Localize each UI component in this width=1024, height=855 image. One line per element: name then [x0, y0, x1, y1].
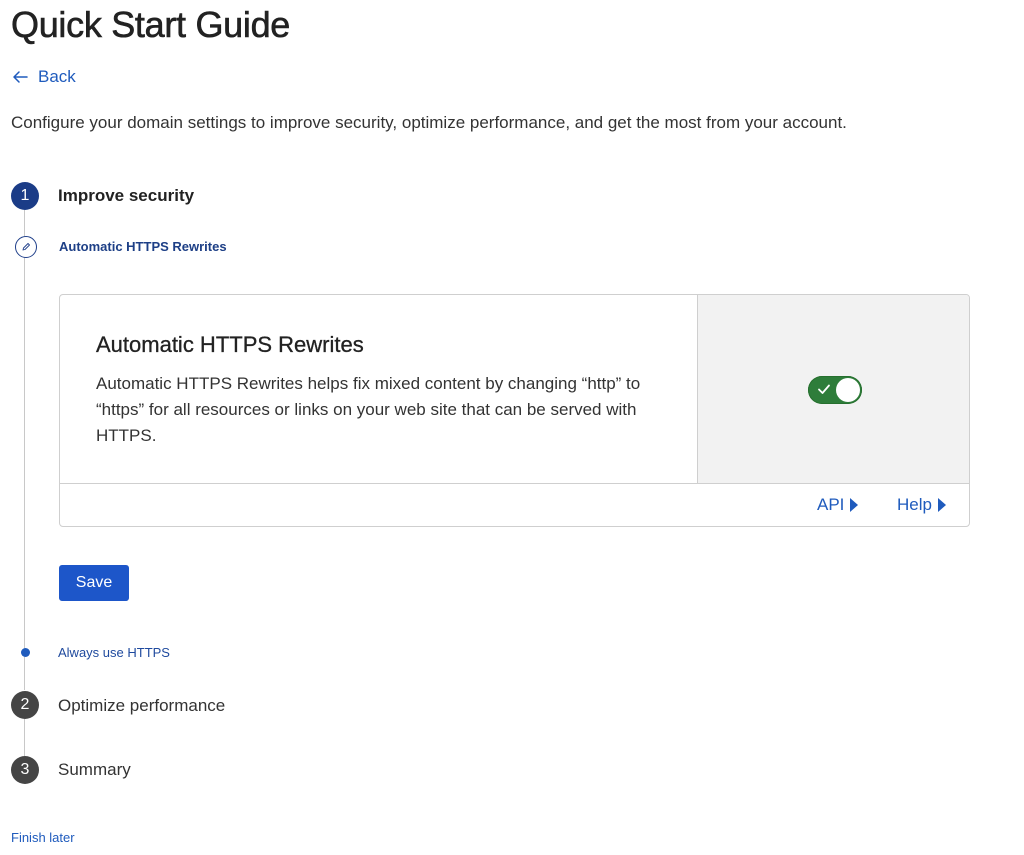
help-link-label: Help	[897, 495, 932, 514]
substep-upcoming-dot	[21, 648, 30, 657]
setting-card-title: Automatic HTTPS Rewrites	[96, 332, 364, 357]
check-icon	[818, 384, 830, 394]
step-connector	[24, 719, 25, 756]
substep-automatic-https-rewrites[interactable]: Automatic HTTPS Rewrites	[59, 239, 227, 254]
arrow-left-icon	[13, 71, 28, 83]
substep-always-use-https[interactable]: Always use HTTPS	[58, 645, 170, 660]
api-link-label: API	[817, 495, 845, 514]
setting-card-description: Automatic HTTPS Rewrites helps fix mixed…	[96, 374, 641, 445]
back-link[interactable]: Back	[11, 67, 76, 87]
page-title: Quick Start Guide	[11, 4, 291, 46]
setting-card-footer: API Help	[60, 484, 969, 526]
https-rewrites-toggle[interactable]	[808, 376, 862, 404]
caret-right-icon	[850, 498, 859, 512]
step-3-number: 3	[20, 761, 30, 778]
help-link[interactable]: Help	[897, 495, 946, 515]
step-2-number: 2	[20, 696, 30, 713]
save-button[interactable]: Save	[59, 565, 129, 601]
step-2-label[interactable]: Optimize performance	[58, 696, 225, 716]
step-connector	[24, 210, 25, 690]
api-link[interactable]: API	[817, 495, 859, 515]
step-1-badge: 1	[11, 182, 39, 210]
caret-right-icon	[937, 498, 946, 512]
finish-later-link[interactable]: Finish later	[11, 830, 75, 845]
intro-text: Configure your domain settings to improv…	[11, 113, 847, 132]
setting-card: Automatic HTTPS Rewrites Automatic HTTPS…	[59, 294, 970, 527]
toggle-knob	[836, 378, 860, 402]
step-3-badge: 3	[11, 756, 39, 784]
step-3-label[interactable]: Summary	[58, 760, 131, 780]
substep-current-indicator	[15, 236, 37, 258]
step-2-badge: 2	[11, 691, 39, 719]
pencil-icon	[22, 243, 30, 251]
setting-card-body: Automatic HTTPS Rewrites Automatic HTTPS…	[60, 295, 698, 484]
step-1-label: Improve security	[58, 186, 195, 205]
back-link-label: Back	[38, 67, 76, 86]
setting-card-control-panel	[698, 295, 969, 484]
step-1-number: 1	[20, 187, 30, 204]
